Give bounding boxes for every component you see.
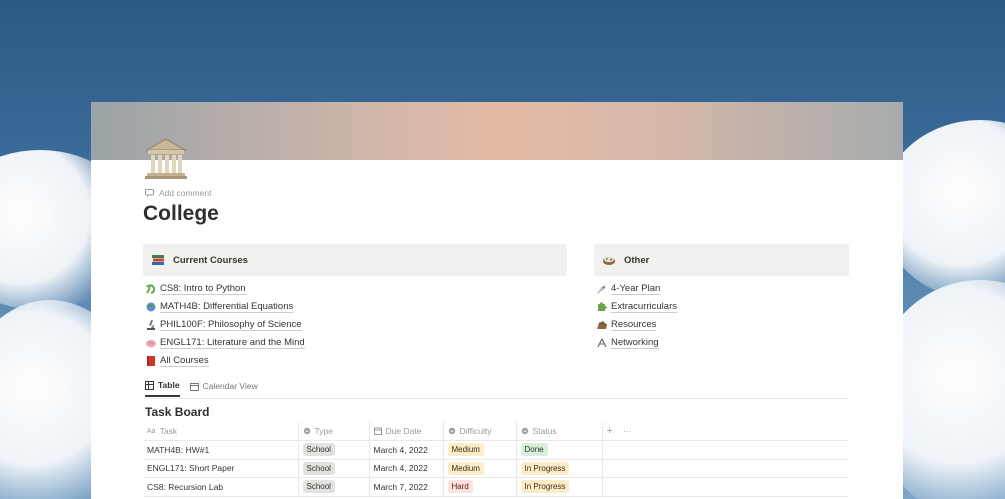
calendar-icon [189,382,199,391]
type-cell[interactable]: School [297,459,369,478]
empty-cell [601,477,849,497]
difficulty-cell[interactable]: Hard [442,477,516,497]
current-courses-list: CS8: Intro to Python MATH4B: Differentia… [145,280,305,370]
course-link[interactable]: MATH4B: Differential Equations [145,298,305,316]
notion-page: Add comment College Current Courses CS8:… [91,102,903,499]
microscope-icon [145,319,157,331]
status-cell[interactable]: In Progress [515,459,602,478]
task-board-title[interactable]: Task Board [145,405,209,419]
type-tag: School [302,443,335,457]
table-row[interactable]: MATH4B: HW#1 School March 4, 2022 Medium… [143,440,849,460]
other-list: 4-Year Plan Extracurriculars Resources N… [596,280,677,352]
column-header-difficulty[interactable]: Difficulty [442,422,516,441]
add-property-button[interactable]: + [607,425,613,437]
callout-heading: Current Courses [173,254,248,266]
red-book-icon [145,355,157,367]
course-link[interactable]: CS8: Intro to Python [145,280,305,298]
table-row[interactable]: CS8: Recursion Lab School March 7, 2022 … [143,477,849,497]
type-cell[interactable]: School [297,477,369,497]
date-property-icon [373,427,382,435]
due-date-cell[interactable]: March 7, 2022 [368,477,443,497]
due-date-cell[interactable]: March 4, 2022 [368,459,443,478]
task-cell[interactable]: MATH4B: HW#1 [143,440,298,460]
task-board-table: Aa Task Type Due Date Difficulty Status + [143,422,849,497]
status-cell[interactable]: Done [515,440,602,460]
course-link[interactable]: PHIL100F: Philosophy of Science [145,316,305,334]
add-column-area: + ··· [601,422,849,441]
status-tag: Done [520,443,548,457]
type-tag: School [302,461,335,475]
view-tabs: Table Calendar View [145,380,258,397]
empty-cell [601,440,849,460]
other-link[interactable]: Extracurriculars [596,298,677,316]
callout-current-courses: Current Courses [143,244,567,276]
select-property-icon [303,427,310,435]
select-property-icon [521,427,528,435]
course-link[interactable]: All Courses [145,352,305,370]
select-property-icon [448,427,455,435]
add-comment-button[interactable]: Add comment [145,188,211,198]
status-tag: In Progress [520,480,570,494]
cover-image[interactable] [91,102,903,160]
due-date-cell[interactable]: March 4, 2022 [368,440,443,460]
difficulty-tag: Hard [447,480,473,494]
other-link[interactable]: 4-Year Plan [596,280,677,298]
snake-icon [145,283,157,295]
tab-calendar-view[interactable]: Calendar View [189,380,258,397]
bento-box-icon [602,253,616,267]
globe-icon [145,301,157,313]
text-property-icon: Aa [147,427,156,435]
task-cell[interactable]: CS8: Recursion Lab [143,477,298,497]
tab-table[interactable]: Table [145,380,180,397]
table-row[interactable]: ENGL171: Short Paper School March 4, 202… [143,459,849,478]
column-header-due-date[interactable]: Due Date [368,422,443,441]
classical-building-icon[interactable] [143,136,189,182]
books-icon [151,253,165,267]
course-link[interactable]: ENGL171: Literature and the Mind [145,334,305,352]
column-header-type[interactable]: Type [297,422,369,441]
rock-icon [596,319,608,331]
table-icon [145,380,154,390]
task-cell[interactable]: ENGL171: Short Paper [143,459,298,478]
callout-other: Other [594,244,849,276]
link-icon [596,337,608,349]
difficulty-cell[interactable]: Medium [442,440,516,460]
difficulty-cell[interactable]: Medium [442,459,516,478]
difficulty-tag: Medium [447,461,484,475]
page-title[interactable]: College [143,202,219,226]
column-header-task[interactable]: Aa Task [143,422,298,441]
status-cell[interactable]: In Progress [515,477,602,497]
empty-cell [601,459,849,478]
column-header-status[interactable]: Status [515,422,602,441]
difficulty-tag: Medium [447,443,484,457]
table-header-row: Aa Task Type Due Date Difficulty Status + [143,422,849,441]
more-options-button[interactable]: ··· [623,426,632,436]
other-link[interactable]: Networking [596,334,677,352]
type-cell[interactable]: School [297,440,369,460]
comment-icon [145,189,154,197]
tabs-divider [143,398,849,399]
puzzle-icon [596,301,608,313]
status-tag: In Progress [520,461,570,475]
rocket-icon [596,283,608,295]
add-comment-label: Add comment [159,188,212,198]
type-tag: School [302,480,335,494]
brain-icon [145,337,157,349]
other-link[interactable]: Resources [596,316,677,334]
callout-heading: Other [624,254,650,266]
